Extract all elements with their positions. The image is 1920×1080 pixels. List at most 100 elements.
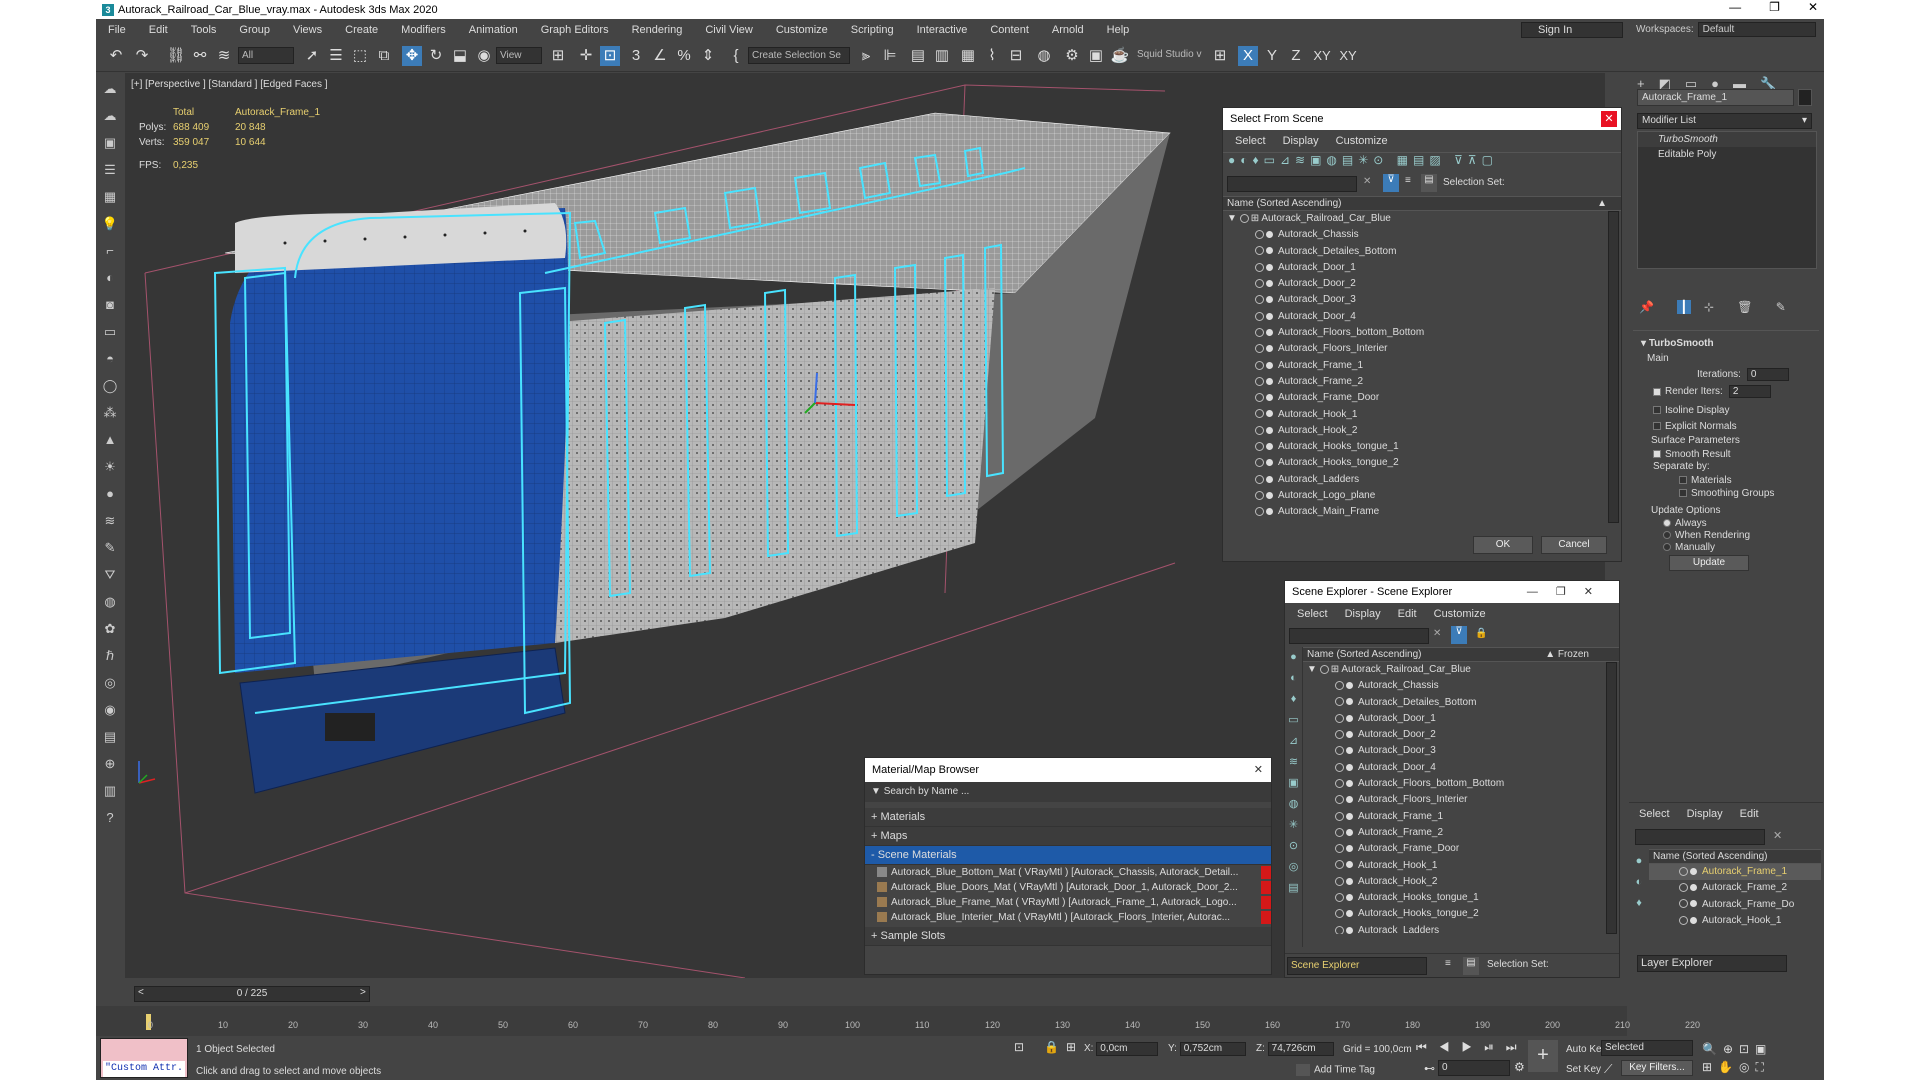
maps-group[interactable]: + Maps: [865, 827, 1271, 846]
select-and-rotate-icon[interactable]: ↻: [426, 46, 446, 66]
maxscript-listener[interactable]: "Custom Attr.: [100, 1038, 188, 1078]
axis-constraint-z[interactable]: Z: [1286, 46, 1306, 66]
track-bar[interactable]: 0 10 20 30 40 50 60 70 80 90 100 110 120…: [96, 1006, 1700, 1036]
curve-editor-icon[interactable]: ⌇: [982, 46, 1002, 66]
cloud-icon[interactable]: ☁: [100, 81, 120, 99]
select-and-scale-icon[interactable]: ⬓: [450, 46, 470, 66]
visibility-icon[interactable]: [1255, 458, 1264, 468]
chevron-right-icon[interactable]: >: [360, 987, 366, 998]
render-iters-spinner[interactable]: 2: [1728, 385, 1771, 398]
align-icon[interactable]: ⊫: [880, 46, 900, 66]
list-item[interactable]: Autorack_Frame_Do: [1649, 897, 1821, 913]
filter-toggle-icon[interactable]: ⊽: [1451, 626, 1467, 644]
list-item[interactable]: Autorack_Hooks_tongue_1: [1303, 890, 1619, 906]
set-key-big-icon[interactable]: +: [1528, 1040, 1558, 1072]
gun-icon[interactable]: ⌐: [100, 243, 120, 261]
material-search[interactable]: ▼ Search by Name ...: [865, 782, 1271, 802]
search-input[interactable]: [1227, 176, 1357, 192]
visibility-icon[interactable]: [1335, 827, 1344, 837]
spinner-snap-icon[interactable]: ⇕: [698, 46, 718, 66]
named-selection-dropdown[interactable]: Create Selection Se: [748, 47, 850, 64]
list-item[interactable]: Autorack_Hook_1: [1649, 913, 1821, 929]
z-field[interactable]: 74,726cm: [1267, 1042, 1334, 1056]
placement-icon[interactable]: ◉: [474, 46, 494, 66]
layer-search-input[interactable]: [1635, 829, 1765, 845]
viewport-label[interactable]: [+] [Perspective ] [Standard ] [Edged Fa…: [131, 79, 328, 90]
modifier-turbosmooth[interactable]: TurboSmooth: [1638, 132, 1816, 147]
visibility-icon[interactable]: [1335, 811, 1344, 821]
list-item[interactable]: Autorack_Frame_1: [1649, 864, 1821, 881]
visibility-icon[interactable]: [1255, 376, 1264, 386]
visibility-icon[interactable]: [1255, 279, 1264, 289]
camera-icon[interactable]: ◙: [100, 297, 120, 315]
selection-filter-dropdown[interactable]: All: [238, 47, 294, 64]
clear-search-icon[interactable]: ✕: [1433, 628, 1441, 639]
sun-icon[interactable]: ☀: [100, 459, 120, 477]
visibility-icon[interactable]: [1255, 474, 1264, 484]
render-iters-checkbox[interactable]: [1653, 387, 1661, 396]
visibility-icon[interactable]: [1335, 681, 1344, 691]
keyboard-shortcut-override-icon[interactable]: ⊡: [600, 46, 620, 66]
plant-icon[interactable]: ✿: [100, 621, 120, 639]
list-item[interactable]: Autorack_Hook_1: [1303, 858, 1619, 874]
filter-toggle-icon[interactable]: ⊽: [1383, 174, 1399, 192]
rollout-title[interactable]: ▾ TurboSmooth: [1633, 331, 1819, 351]
box-icon[interactable]: ▥: [100, 783, 120, 801]
list-item[interactable]: Autorack_Logo_plane: [1223, 488, 1621, 504]
rectangular-selection-icon[interactable]: ⬚: [350, 46, 370, 66]
explicit-normals-checkbox[interactable]: [1653, 422, 1661, 431]
speaker-icon[interactable]: ◐: [100, 270, 120, 288]
list-item[interactable]: Autorack_Ladders: [1303, 923, 1619, 934]
angle-snap-icon[interactable]: ∠: [650, 46, 670, 66]
visibility-icon[interactable]: [1255, 262, 1264, 272]
visibility-icon[interactable]: [1679, 899, 1688, 909]
menu-scripting[interactable]: Scripting: [851, 24, 894, 36]
list-item[interactable]: Autorack_Frame_Door: [1223, 390, 1621, 406]
window-crossing-icon[interactable]: ⧉: [374, 46, 394, 66]
list-item[interactable]: Autorack_Door_1: [1303, 711, 1619, 727]
lock-selection-icon[interactable]: 🔒: [1044, 1040, 1059, 1054]
absolute-mode-icon[interactable]: ⊞: [1066, 1040, 1076, 1054]
visibility-icon[interactable]: [1255, 230, 1264, 240]
visibility-icon[interactable]: [1679, 866, 1688, 876]
lock-icon[interactable]: 🔒: [1475, 628, 1493, 639]
list-item[interactable]: Autorack_Hook_1: [1223, 407, 1621, 423]
plane-icon[interactable]: ▭: [100, 324, 120, 342]
web-icon[interactable]: ⊕: [100, 756, 120, 774]
list-item[interactable]: Autorack_Chassis: [1223, 227, 1621, 243]
visibility-icon[interactable]: [1255, 425, 1264, 435]
modifier-editable-poly[interactable]: Editable Poly: [1638, 147, 1816, 162]
squid-studio-label[interactable]: Squid Studio v: [1134, 47, 1208, 64]
playback-controls[interactable]: ⏮◀▶⏯⏭: [1416, 1040, 1529, 1055]
time-slider-thumb[interactable]: 0 / 225: [134, 986, 370, 1002]
explorer-dropdown[interactable]: Scene Explorer: [1287, 957, 1427, 975]
menu-interactive[interactable]: Interactive: [917, 24, 968, 36]
cone-icon[interactable]: ▲: [100, 432, 120, 450]
key-filter-icon[interactable]: ⟋: [1604, 1062, 1612, 1077]
rendered-frame-window-icon[interactable]: ▣: [1086, 46, 1106, 66]
key-mode-icon[interactable]: ⊷: [1424, 1062, 1435, 1075]
menu-edit[interactable]: Edit: [149, 24, 168, 36]
cloud-outline-icon[interactable]: ☁: [100, 108, 120, 126]
toggle-ribbon-icon[interactable]: ▦: [958, 46, 978, 66]
materials-checkbox[interactable]: [1679, 476, 1687, 485]
grid-icon[interactable]: ⊞: [1210, 46, 1230, 66]
table-icon[interactable]: ▦: [100, 189, 120, 207]
smooth-result-checkbox[interactable]: [1653, 450, 1661, 459]
materials-group[interactable]: + Materials: [865, 808, 1271, 827]
list-item[interactable]: Autorack_Main_Frame: [1223, 504, 1621, 520]
add-time-tag[interactable]: Add Time Tag: [1296, 1064, 1375, 1076]
filter-column-icons[interactable]: ● ◐ ♦ ▭ ⊿ ≋ ▣ ◍ ✳ ⊙ ◎ ▤: [1285, 647, 1303, 947]
axis-constraint-xy-cycle[interactable]: XY: [1336, 46, 1360, 66]
menu-views[interactable]: Views: [293, 24, 322, 36]
scene-explorer-toggle-icon[interactable]: ▤: [908, 46, 928, 66]
time-slider[interactable]: 0 / 225 < >: [96, 980, 1627, 1006]
image-icon[interactable]: ▣: [100, 135, 120, 153]
list-item[interactable]: Autorack_Door_4: [1223, 309, 1621, 325]
redo-icon[interactable]: ↷: [132, 46, 152, 66]
layers-icon[interactable]: ≡: [1405, 175, 1411, 186]
frozen-column-header[interactable]: ▲ Frozen: [1545, 648, 1589, 662]
minimize-icon[interactable]: —: [1729, 0, 1741, 14]
sample-slots-group[interactable]: + Sample Slots: [865, 927, 1271, 946]
visibility-icon[interactable]: [1255, 393, 1264, 403]
